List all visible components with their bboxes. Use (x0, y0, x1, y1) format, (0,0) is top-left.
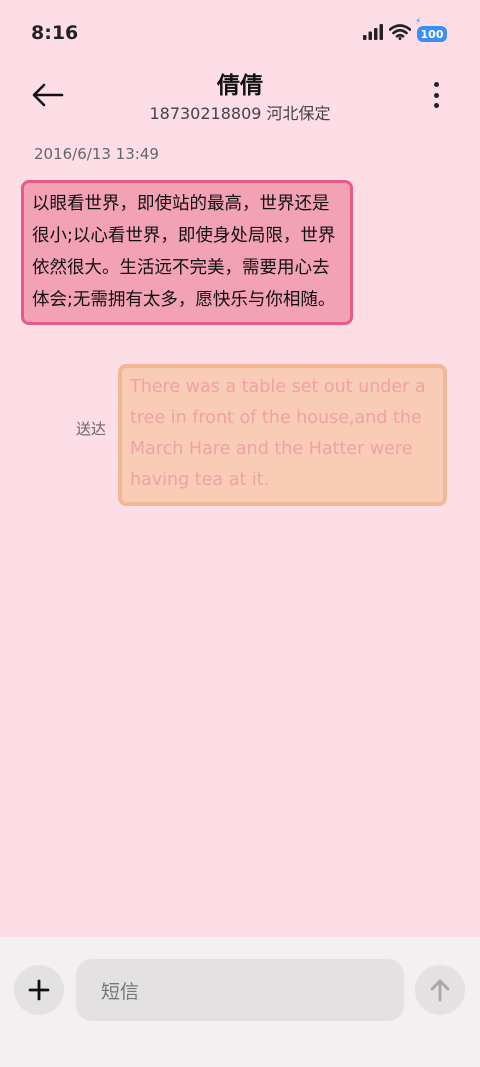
battery-icon: ⚡ 100 (415, 18, 447, 42)
outgoing-message-bubble[interactable]: There was a table set out under a tree i… (118, 364, 447, 506)
sms-input-placeholder: 短信 (101, 980, 140, 1003)
status-bar: 8:16 ⚡ 100 (0, 0, 480, 66)
send-arrow-icon (430, 979, 450, 1002)
charging-icon: ⚡ (415, 17, 422, 27)
plus-icon (28, 979, 50, 1001)
message-timestamp: 2016/6/13 13:49 (34, 145, 159, 163)
send-button[interactable] (415, 965, 465, 1015)
delivery-status: 送达 (76, 420, 107, 438)
status-icons: ⚡ 100 (363, 18, 447, 44)
wifi-icon (388, 24, 412, 44)
add-attachment-button[interactable] (14, 965, 64, 1015)
more-options-button[interactable] (428, 80, 444, 110)
contact-number-location: 18730218809 河北保定 (149, 104, 331, 123)
sms-input[interactable]: 短信 (76, 959, 404, 1021)
status-time: 8:16 (31, 22, 79, 44)
conversation-header: 倩倩 18730218809 河北保定 (0, 66, 480, 130)
more-vertical-icon (433, 82, 439, 87)
contact-name: 倩倩 (217, 73, 263, 99)
composer-bar: 短信 (0, 937, 480, 1067)
battery-level: 100 (420, 27, 444, 41)
signal-icon (363, 24, 383, 44)
incoming-message-bubble[interactable]: 以眼看世界，即使站的最高，世界还是很小;以心看世界，即使身处局限，世界依然很大。… (21, 180, 353, 325)
